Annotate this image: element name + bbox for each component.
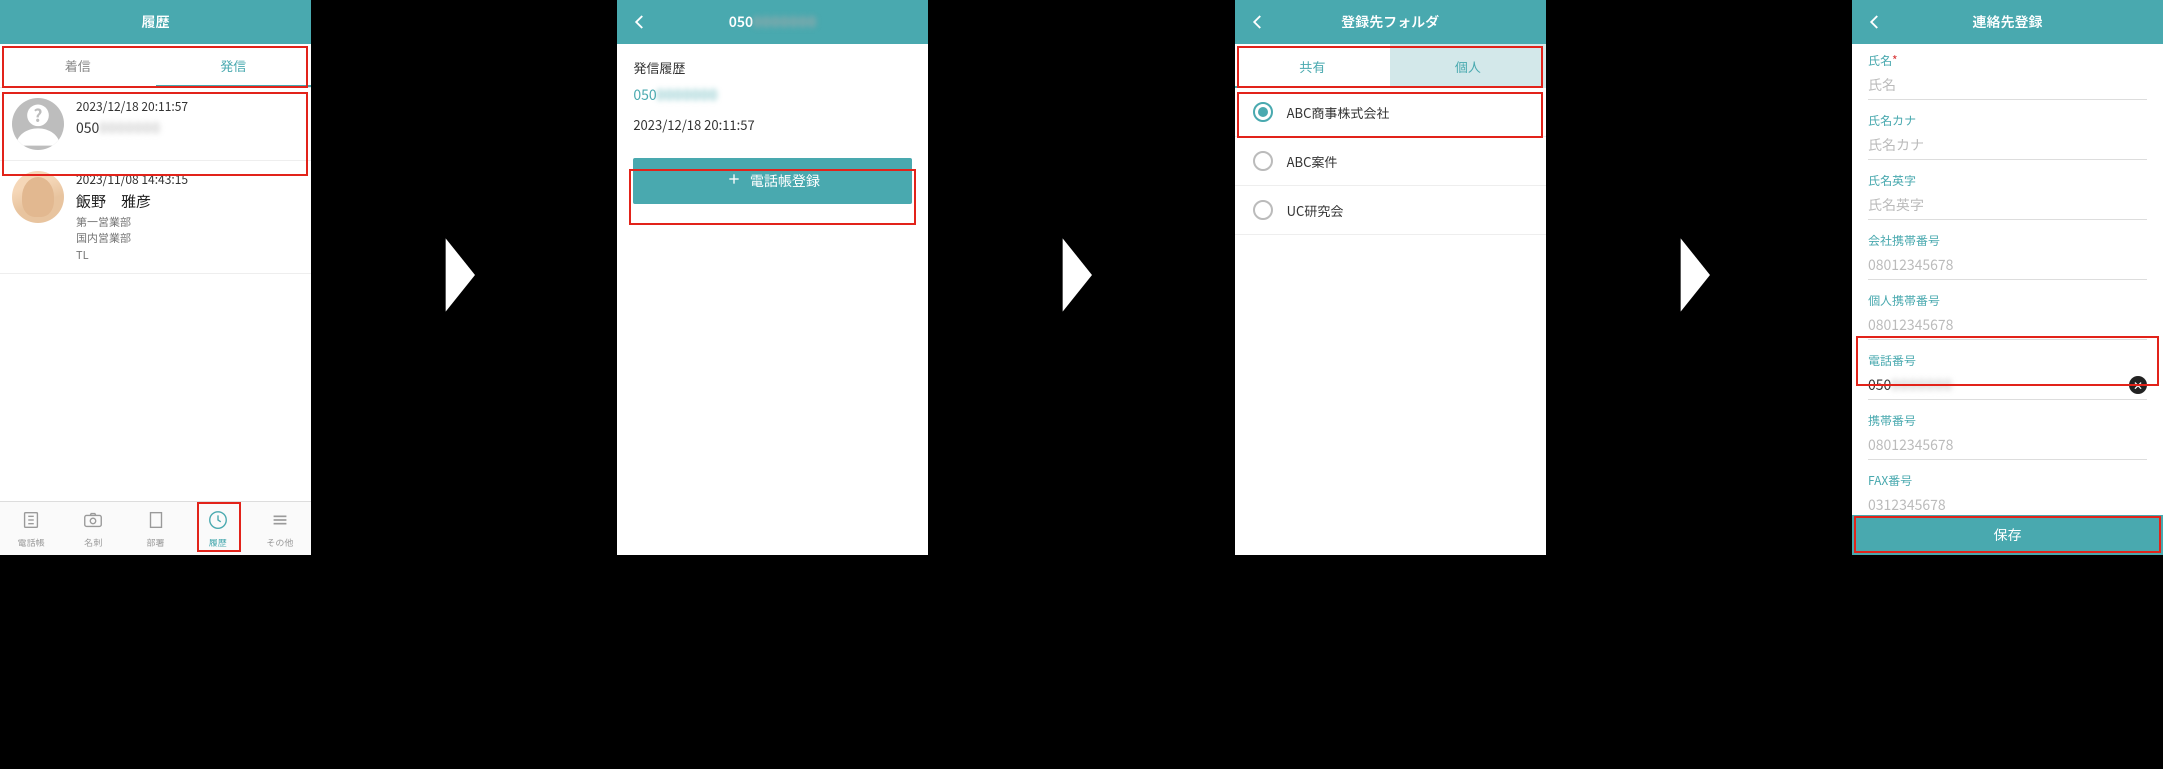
nav-dept[interactable]: 部署 <box>124 502 186 555</box>
entry-timestamp: 2023/11/08 14:43:15 <box>76 171 299 189</box>
chevron-right-icon <box>1671 231 1727 324</box>
detail-timestamp: 2023/12/18 20:11:57 <box>617 107 928 142</box>
field-mobile: 携帯番号 08012345678 <box>1868 412 2147 460</box>
screen-contact-form: 連絡先登録 氏名* 氏名 氏名カナ 氏名カナ 氏名英字 氏名英字 会社携帯番号 … <box>1852 0 2163 555</box>
field-fax: FAX番号 0312345678 <box>1868 472 2147 515</box>
nav-card[interactable]: 名刺 <box>62 502 124 555</box>
folder-option[interactable]: ABC案件 <box>1235 137 1546 186</box>
svg-text:?: ? <box>34 102 43 127</box>
company-mobile-input[interactable]: 08012345678 <box>1868 251 2147 280</box>
back-button[interactable] <box>1249 13 1267 31</box>
clock-icon <box>207 509 229 534</box>
radio-icon <box>1253 151 1273 171</box>
history-entry[interactable]: ? 2023/12/18 20:11:57 0500000000 <box>0 88 311 161</box>
header-title: 登録先フォルダ <box>1341 12 1439 32</box>
name-input[interactable]: 氏名 <box>1868 71 2147 100</box>
entry-body: 2023/12/18 20:11:57 0500000000 <box>76 98 299 150</box>
phonebook-icon <box>20 509 42 534</box>
avatar-photo <box>12 171 64 223</box>
header-title: 連絡先登録 <box>1972 12 2042 32</box>
chevron-right-icon <box>1053 231 1109 324</box>
field-kana: 氏名カナ 氏名カナ <box>1868 112 2147 160</box>
entry-body: 2023/11/08 14:43:15 飯野 雅彦 第一営業部 国内営業部 TL <box>76 171 299 263</box>
radio-icon <box>1253 102 1273 122</box>
entry-dept1: 第一営業部 <box>76 214 299 231</box>
building-icon <box>145 509 167 534</box>
step-arrow <box>1546 0 1852 555</box>
back-button[interactable] <box>1866 13 1884 31</box>
bottom-nav: 電話帳 名刺 部署 履歴 その他 <box>0 501 311 555</box>
field-name: 氏名* 氏名 <box>1868 52 2147 100</box>
tab-outgoing[interactable]: 発信 <box>156 44 312 87</box>
kana-input[interactable]: 氏名カナ <box>1868 131 2147 160</box>
nav-other[interactable]: その他 <box>249 502 311 555</box>
camera-icon <box>82 509 104 534</box>
mobile-input[interactable]: 08012345678 <box>1868 431 2147 460</box>
header-title: 履歴 <box>142 12 170 32</box>
screen-history: 履歴 着信 発信 ? 2023/12/18 20:11:57 050000000… <box>0 0 311 555</box>
tabs-history: 着信 発信 <box>0 44 311 88</box>
fax-input[interactable]: 0312345678 <box>1868 491 2147 515</box>
add-contact-button[interactable]: 電話帳登録 <box>633 158 912 204</box>
tab-incoming[interactable]: 着信 <box>0 44 156 87</box>
phone-link[interactable]: 0500000000 <box>617 83 928 107</box>
personal-mobile-input[interactable]: 08012345678 <box>1868 311 2147 340</box>
plus-icon <box>726 171 742 192</box>
header: 連絡先登録 <box>1852 0 2163 44</box>
field-roman: 氏名英字 氏名英字 <box>1868 172 2147 220</box>
screen-detail: 0500000000 発信履歴 0500000000 2023/12/18 20… <box>617 0 928 555</box>
nav-phonebook[interactable]: 電話帳 <box>0 502 62 555</box>
entry-timestamp: 2023/12/18 20:11:57 <box>76 98 299 116</box>
header: 履歴 <box>0 0 311 44</box>
entry-role: TL <box>76 247 299 264</box>
header-title: 0500000000 <box>729 12 817 32</box>
screen-folder: 登録先フォルダ 共有 個人 ABC商事株式会社 ABC案件 UC研究会 <box>1235 0 1546 555</box>
tab-shared[interactable]: 共有 <box>1235 44 1391 88</box>
form-body[interactable]: 氏名* 氏名 氏名カナ 氏名カナ 氏名英字 氏名英字 会社携帯番号 080123… <box>1852 44 2163 515</box>
field-phone: 電話番号 0500000000 ✕ <box>1868 352 2147 400</box>
back-button[interactable] <box>631 13 649 31</box>
header: 登録先フォルダ <box>1235 0 1546 44</box>
roman-input[interactable]: 氏名英字 <box>1868 191 2147 220</box>
phone-input[interactable]: 0500000000 ✕ <box>1868 371 2147 400</box>
header: 0500000000 <box>617 0 928 44</box>
tabs-scope: 共有 個人 <box>1235 44 1546 88</box>
step-arrow <box>311 0 617 555</box>
entry-dept2: 国内営業部 <box>76 230 299 247</box>
history-entry[interactable]: 2023/11/08 14:43:15 飯野 雅彦 第一営業部 国内営業部 TL <box>0 161 311 274</box>
save-button[interactable]: 保存 <box>1852 515 2163 555</box>
step-arrow <box>928 0 1234 555</box>
field-company-mobile: 会社携帯番号 08012345678 <box>1868 232 2147 280</box>
tab-personal[interactable]: 個人 <box>1390 44 1546 88</box>
avatar-unknown: ? <box>12 98 64 150</box>
radio-icon <box>1253 200 1273 220</box>
menu-icon <box>269 509 291 534</box>
nav-history[interactable]: 履歴 <box>187 502 249 555</box>
entry-phone: 0500000000 <box>76 118 299 139</box>
entry-name: 飯野 雅彦 <box>76 191 299 214</box>
section-label: 発信履歴 <box>617 44 928 83</box>
field-personal-mobile: 個人携帯番号 08012345678 <box>1868 292 2147 340</box>
folder-option[interactable]: UC研究会 <box>1235 186 1546 235</box>
chevron-right-icon <box>436 231 492 324</box>
folder-option[interactable]: ABC商事株式会社 <box>1235 88 1546 137</box>
clear-icon[interactable]: ✕ <box>2129 376 2147 394</box>
